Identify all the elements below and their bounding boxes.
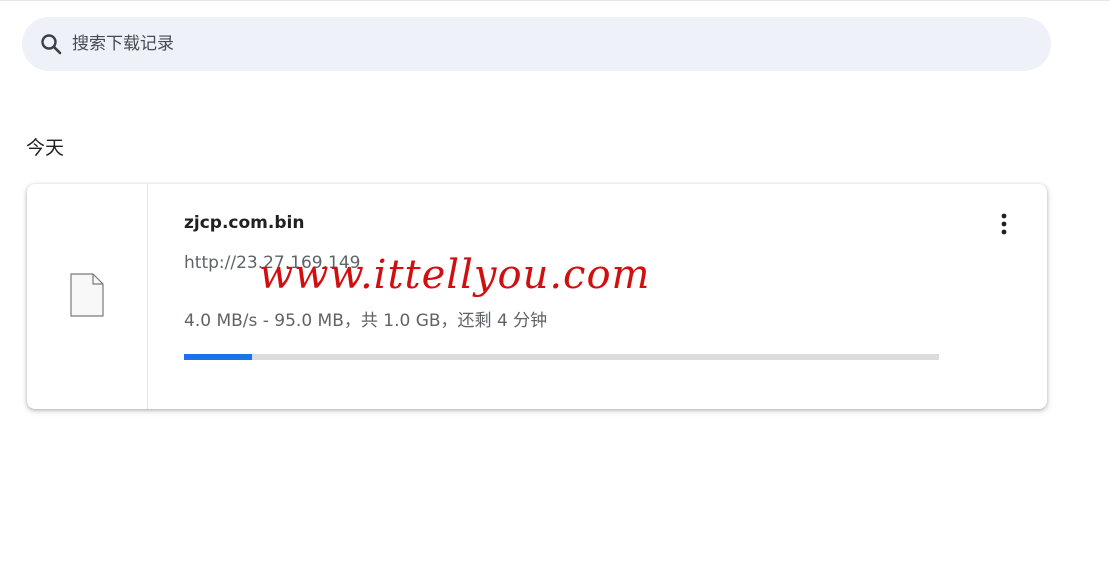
search-bar[interactable] [22, 17, 1051, 71]
download-item: zjcp.com.bin http://23.27.169.149 4.0 MB… [27, 184, 1047, 409]
file-icon[interactable] [69, 272, 105, 322]
more-vert-icon [1001, 213, 1007, 238]
search-icon[interactable] [38, 31, 64, 57]
downloads-page: 今天 zjcp.com.bin http://23.27.169.149 4.0… [0, 0, 1110, 562]
download-progress-fill [184, 354, 252, 360]
download-progress-bar [184, 354, 939, 360]
file-name-link[interactable]: zjcp.com.bin [184, 213, 304, 233]
file-icon-container [27, 184, 148, 409]
watermark-text: www.ittellyou.com [259, 252, 651, 298]
search-input[interactable] [72, 29, 972, 59]
section-heading-today: 今天 [26, 137, 65, 159]
download-status-text: 4.0 MB/s - 95.0 MB，共 1.0 GB，还剩 4 分钟 [184, 311, 548, 331]
more-actions-button[interactable] [989, 210, 1019, 240]
